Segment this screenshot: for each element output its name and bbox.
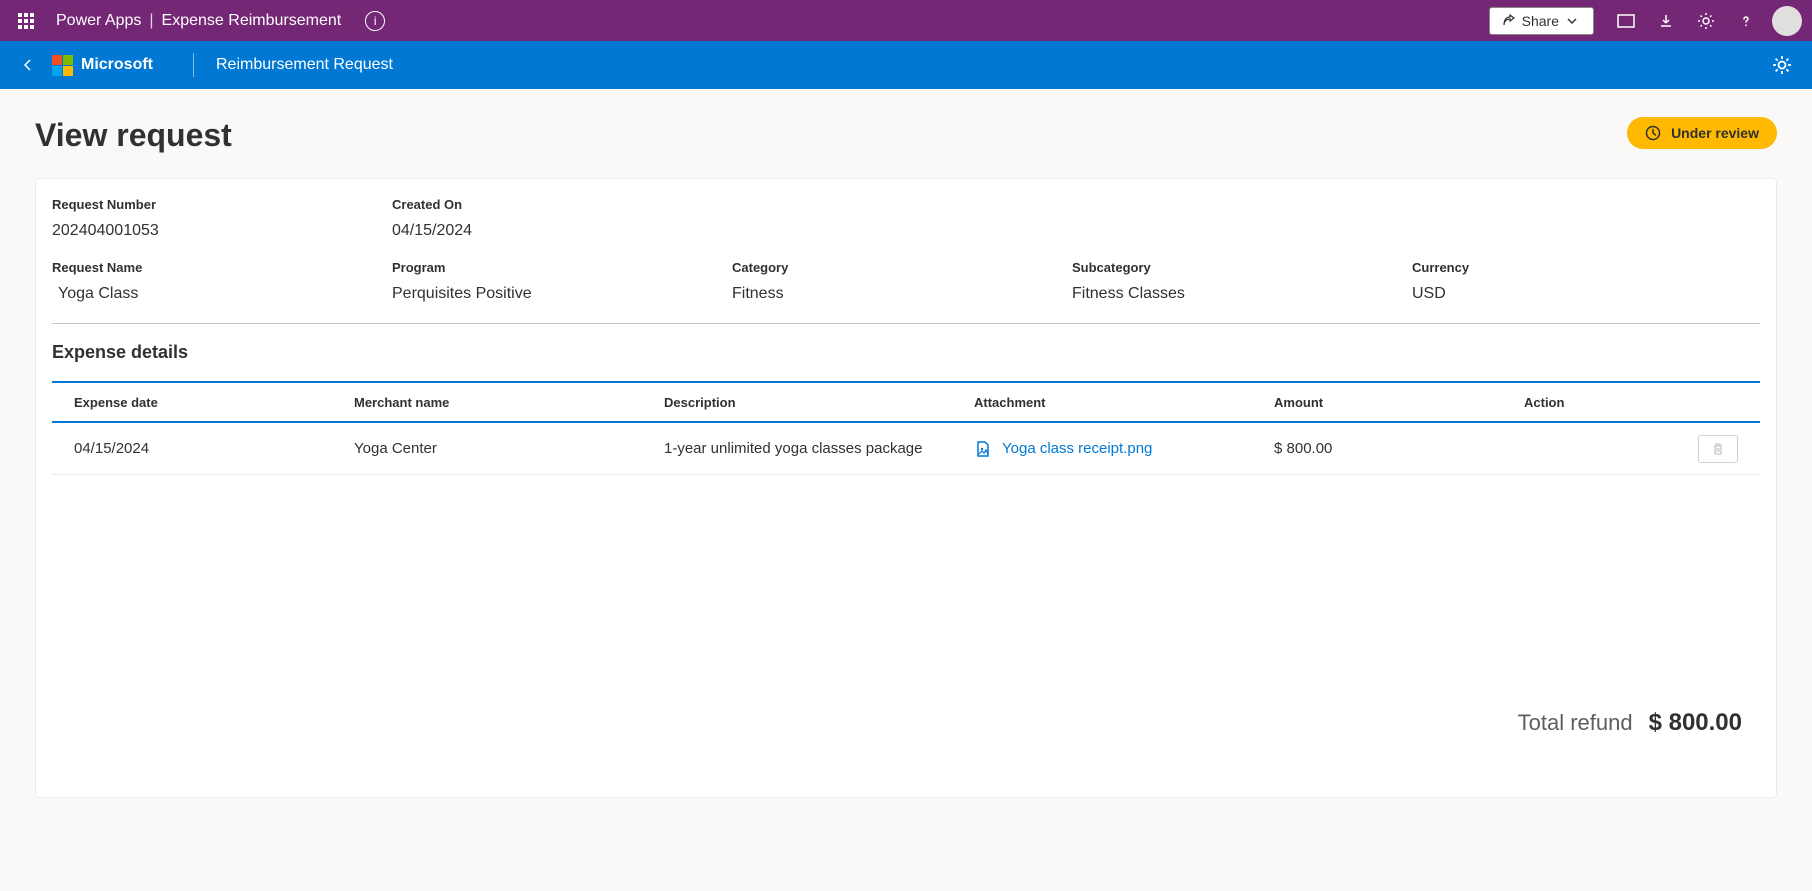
cell-amount: $ 800.00	[1274, 440, 1524, 457]
app-bar: Microsoft Reimbursement Request	[0, 41, 1812, 89]
field-program: Program Perquisites Positive	[392, 260, 732, 303]
col-header-date: Expense date	[74, 395, 354, 410]
microsoft-logo-icon	[52, 55, 73, 76]
col-header-merchant: Merchant name	[354, 395, 664, 410]
brand-label: Microsoft	[81, 56, 153, 74]
microsoft-logo[interactable]: Microsoft	[52, 55, 153, 76]
field-request-number: Request Number 202404001053	[52, 197, 392, 240]
attachment-link[interactable]: Yoga class receipt.png	[974, 440, 1274, 458]
app-settings-button[interactable]	[1762, 45, 1802, 85]
share-icon	[1500, 13, 1516, 29]
app-name[interactable]: Power Apps	[56, 12, 141, 30]
download-icon[interactable]	[1646, 1, 1686, 41]
status-label: Under review	[1671, 125, 1759, 141]
back-button[interactable]	[10, 47, 46, 83]
expense-table: Expense date Merchant name Description A…	[52, 381, 1760, 475]
info-icon[interactable]: i	[365, 11, 385, 31]
page-title: View request	[35, 117, 232, 154]
field-subcategory: Subcategory Fitness Classes	[1072, 260, 1412, 303]
field-category: Category Fitness	[732, 260, 1072, 303]
settings-icon[interactable]	[1686, 1, 1726, 41]
total-value: $ 800.00	[1649, 709, 1742, 737]
field-request-name: Request Name Yoga Class	[52, 260, 392, 303]
main-content: View request Under review Request Number…	[0, 89, 1812, 798]
cell-merchant: Yoga Center	[354, 440, 664, 457]
share-label: Share	[1522, 13, 1559, 29]
col-header-action: Action	[1524, 395, 1738, 410]
field-created-on: Created On 04/15/2024	[392, 197, 732, 240]
fit-screen-icon[interactable]	[1606, 1, 1646, 41]
help-icon[interactable]	[1726, 1, 1766, 41]
user-avatar[interactable]	[1772, 6, 1802, 36]
total-refund: Total refund $ 800.00	[1518, 709, 1742, 737]
page-name[interactable]: Expense Reimbursement	[162, 12, 342, 30]
app-launcher-icon[interactable]	[8, 3, 44, 39]
cell-date: 04/15/2024	[74, 440, 354, 457]
field-currency: Currency USD	[1412, 260, 1612, 303]
status-badge: Under review	[1627, 117, 1777, 149]
delete-row-button[interactable]	[1698, 435, 1738, 463]
section-title-expense: Expense details	[52, 342, 1760, 363]
app-bar-title: Reimbursement Request	[216, 56, 393, 74]
breadcrumb: Power Apps | Expense Reimbursement	[56, 12, 341, 30]
divider	[52, 323, 1760, 324]
total-label: Total refund	[1518, 710, 1633, 736]
global-top-bar: Power Apps | Expense Reimbursement i Sha…	[0, 0, 1812, 41]
col-header-amount: Amount	[1274, 395, 1524, 410]
trash-icon	[1711, 442, 1725, 456]
cell-description: 1-year unlimited yoga classes package	[664, 440, 974, 457]
breadcrumb-separator: |	[149, 12, 153, 30]
table-row: 04/15/2024 Yoga Center 1-year unlimited …	[52, 423, 1760, 475]
image-file-icon	[974, 440, 992, 458]
table-header-row: Expense date Merchant name Description A…	[52, 383, 1760, 423]
share-button[interactable]: Share	[1489, 7, 1594, 35]
col-header-attachment: Attachment	[974, 395, 1274, 410]
clock-icon	[1645, 125, 1661, 141]
divider	[193, 53, 194, 77]
attachment-filename: Yoga class receipt.png	[1002, 440, 1152, 457]
request-card: Request Number 202404001053 Created On 0…	[35, 178, 1777, 798]
chevron-down-icon	[1567, 16, 1577, 26]
col-header-description: Description	[664, 395, 974, 410]
